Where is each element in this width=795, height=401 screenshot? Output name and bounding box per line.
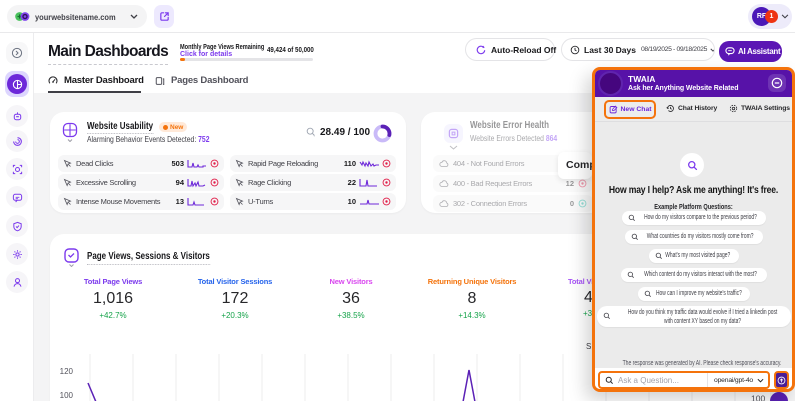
svg-text:100: 100: [751, 394, 765, 401]
svg-text:100: 100: [60, 391, 74, 400]
svg-text:120: 120: [60, 367, 74, 376]
